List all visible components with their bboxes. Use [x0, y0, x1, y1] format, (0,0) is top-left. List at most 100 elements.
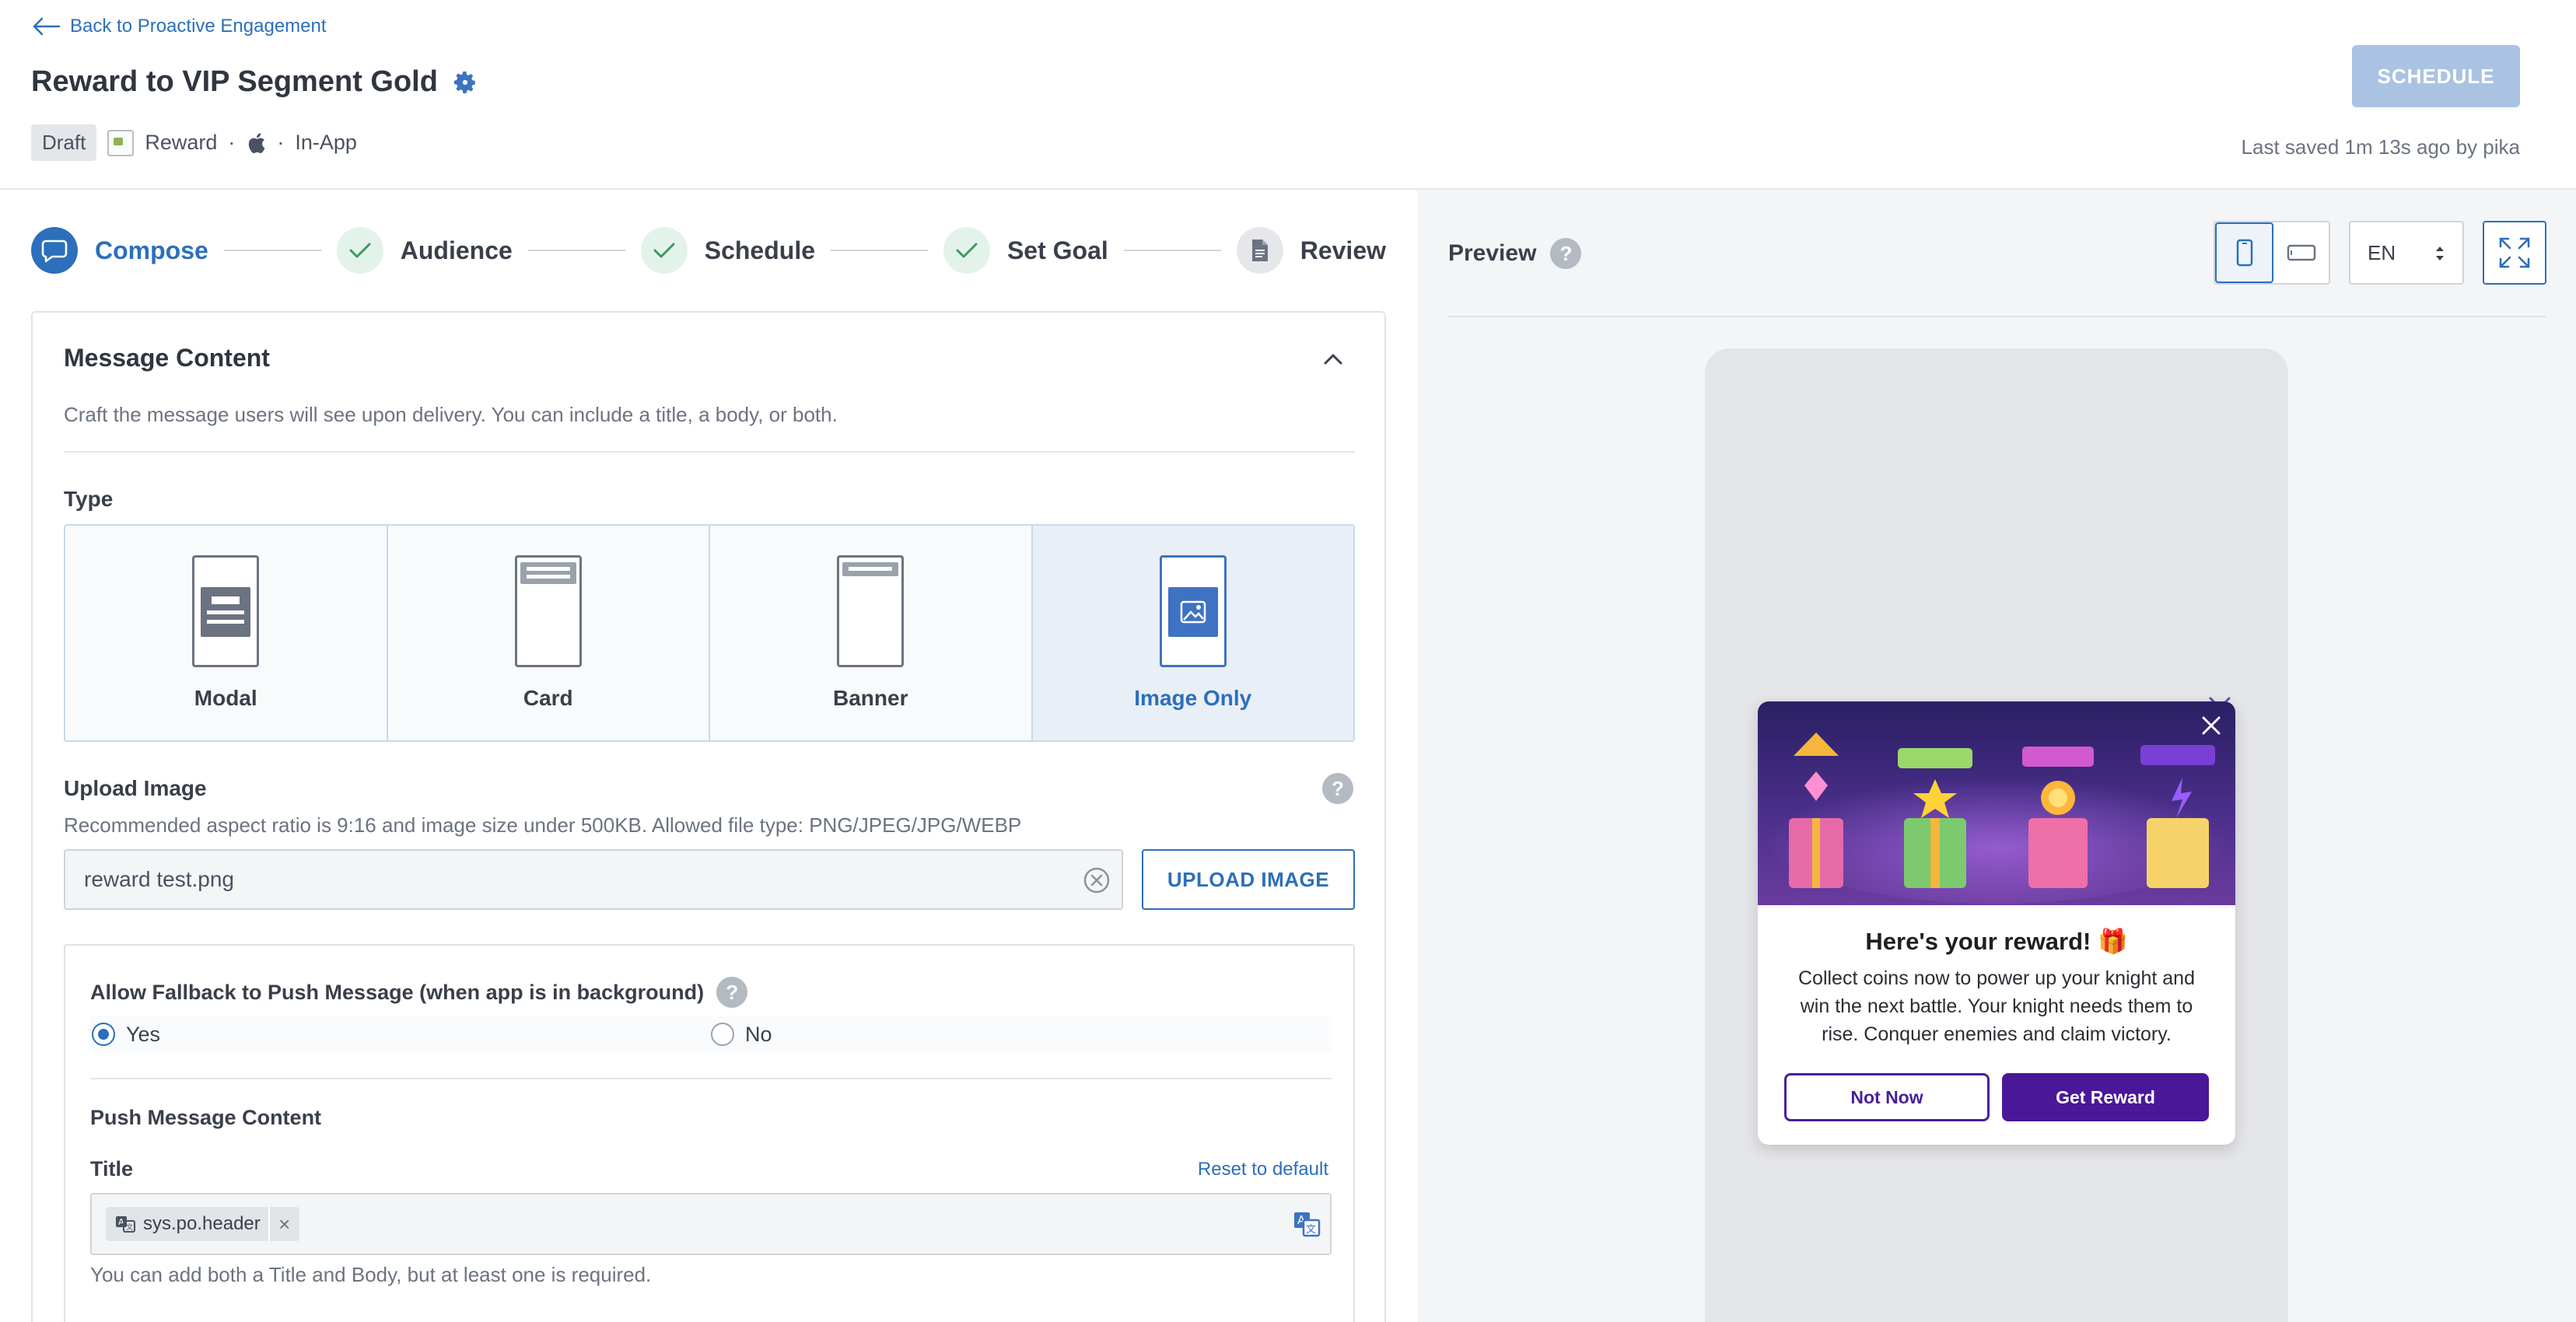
step-connector — [1123, 250, 1221, 251]
section-title: Message Content — [64, 344, 270, 372]
not-now-button[interactable]: Not Now — [1784, 1073, 1990, 1121]
upload-image-button[interactable]: UPLOAD IMAGE — [1142, 849, 1355, 910]
reset-to-default-link[interactable]: Reset to default — [1198, 1159, 1328, 1180]
separator-dot: · — [228, 131, 236, 154]
chevron-up-icon[interactable] — [1321, 347, 1346, 372]
modal-close-icon[interactable] — [2198, 712, 2224, 739]
step-schedule[interactable]: Schedule — [640, 227, 815, 274]
type-option-image-only[interactable]: Image Only — [1032, 526, 1353, 740]
step-label: Audience — [400, 236, 513, 264]
apple-icon — [249, 132, 265, 153]
translate-icon: A文 — [116, 1216, 135, 1233]
svg-text:文: 文 — [126, 1222, 133, 1232]
language-value: EN — [2368, 240, 2396, 264]
fallback-radio-group: Yes No — [90, 1016, 1332, 1053]
radio-label: Yes — [126, 1022, 161, 1046]
back-link[interactable]: Back to Proactive Engagement — [31, 16, 327, 37]
portrait-toggle[interactable] — [2215, 222, 2273, 283]
translate-icon[interactable]: A文 — [1293, 1210, 1321, 1238]
expand-icon — [2499, 237, 2530, 268]
svg-text:文: 文 — [1306, 1224, 1316, 1236]
device-orientation-toggle — [2214, 221, 2330, 285]
status-badge: Draft — [31, 124, 97, 161]
step-label: Schedule — [704, 236, 815, 264]
card-layout-icon — [514, 555, 582, 667]
variable-chip: A文 sys.po.header × — [106, 1207, 299, 1241]
campaign-meta: Draft Reward · · In-App — [31, 124, 357, 161]
step-connector — [223, 250, 321, 251]
phone-preview-frame: Here's your reward! 🎁 Collect coins now … — [1705, 348, 2288, 1322]
divider — [90, 1078, 1332, 1079]
landscape-toggle[interactable] — [2273, 222, 2329, 283]
step-compose[interactable]: Compose — [31, 227, 208, 274]
file-name-value: reward test.png — [84, 867, 234, 891]
radio-circle — [92, 1023, 115, 1046]
radio-yes[interactable]: Yes — [92, 1023, 160, 1047]
preview-pane: Preview ? EN Here's your reward! 🎁 Colle… — [1417, 190, 2576, 1322]
campaign-type: Reward — [145, 131, 218, 154]
page-header: Back to Proactive Engagement Reward to V… — [0, 0, 2576, 190]
chip-label: sys.po.header — [143, 1213, 261, 1234]
checkmark-icon — [640, 227, 688, 274]
message-type-selector: Modal Card Banner Image Only — [64, 524, 1355, 742]
step-review[interactable]: Review — [1236, 227, 1386, 274]
radio-circle — [711, 1023, 734, 1046]
page-title-text: Reward to VIP Segment Gold — [31, 65, 438, 98]
banner-layout-icon — [837, 555, 905, 667]
last-saved-text: Last saved 1m 13s ago by pika — [2241, 135, 2520, 159]
language-select[interactable]: EN — [2349, 221, 2464, 285]
help-icon[interactable]: ? — [1322, 773, 1353, 804]
image-layout-icon — [1159, 555, 1227, 667]
help-icon[interactable]: ? — [1550, 238, 1582, 269]
step-audience[interactable]: Audience — [336, 227, 513, 274]
type-option-banner[interactable]: Banner — [710, 526, 1033, 740]
page-title: Reward to VIP Segment Gold — [31, 65, 478, 99]
get-reward-button[interactable]: Get Reward — [2002, 1073, 2209, 1121]
divider — [1448, 316, 2546, 317]
fallback-section: Allow Fallback to Push Message (when app… — [64, 944, 1355, 1322]
chip-remove-icon[interactable]: × — [268, 1207, 299, 1241]
type-option-label: Banner — [833, 686, 908, 710]
arrow-left-icon — [33, 17, 61, 36]
checkmark-icon — [336, 227, 383, 274]
radio-label: No — [745, 1022, 772, 1046]
fallback-label-text: Allow Fallback to Push Message (when app… — [90, 980, 705, 1004]
checkmark-icon — [943, 227, 990, 274]
push-message-content-label: Push Message Content — [90, 1106, 322, 1129]
step-set-goal[interactable]: Set Goal — [943, 227, 1108, 274]
step-label: Compose — [95, 236, 208, 264]
type-option-label: Card — [523, 686, 573, 710]
help-icon[interactable]: ? — [716, 977, 748, 1008]
fullscreen-button[interactable] — [2483, 221, 2546, 285]
modal-heading: Here's your reward! 🎁 — [1865, 928, 2128, 955]
divider — [64, 451, 1355, 453]
type-option-modal[interactable]: Modal — [65, 526, 388, 740]
modal-body: Collect coins now to power up your knigh… — [1797, 967, 2195, 1045]
message-content-panel: Message Content Craft the message users … — [31, 311, 1386, 1322]
chat-bubble-icon — [31, 227, 78, 274]
type-option-label: Image Only — [1134, 686, 1252, 710]
in-app-modal-preview: Here's your reward! 🎁 Collect coins now … — [1758, 701, 2235, 1145]
preview-title: Preview ? — [1448, 238, 1582, 269]
title-label: Title — [90, 1157, 134, 1180]
channel-label: In-App — [295, 131, 357, 154]
modal-layout-icon — [192, 555, 260, 667]
phone-landscape-icon — [2287, 244, 2315, 261]
radio-no[interactable]: No — [711, 1023, 772, 1047]
preview-title-text: Preview — [1448, 240, 1537, 266]
clear-icon[interactable] — [1083, 866, 1111, 894]
gear-icon[interactable] — [452, 69, 478, 96]
fallback-label: Allow Fallback to Push Message (when app… — [90, 977, 748, 1008]
type-option-label: Modal — [194, 686, 257, 710]
title-field[interactable]: A文 sys.po.header × A文 — [90, 1193, 1332, 1255]
type-option-card[interactable]: Card — [388, 526, 710, 740]
wizard-stepper: Compose Audience Schedule Set Goal Revie… — [31, 222, 1386, 278]
type-label: Type — [64, 487, 114, 511]
document-icon — [1236, 227, 1283, 274]
gift-boxes-illustration — [1763, 733, 2230, 904]
section-description: Craft the message users will see upon de… — [64, 403, 838, 426]
file-name-field[interactable]: reward test.png — [64, 849, 1123, 910]
title-helper-text: You can add both a Title and Body, but a… — [90, 1263, 652, 1286]
schedule-button[interactable]: SCHEDULE — [2352, 45, 2520, 107]
phone-portrait-icon — [2236, 239, 2252, 267]
